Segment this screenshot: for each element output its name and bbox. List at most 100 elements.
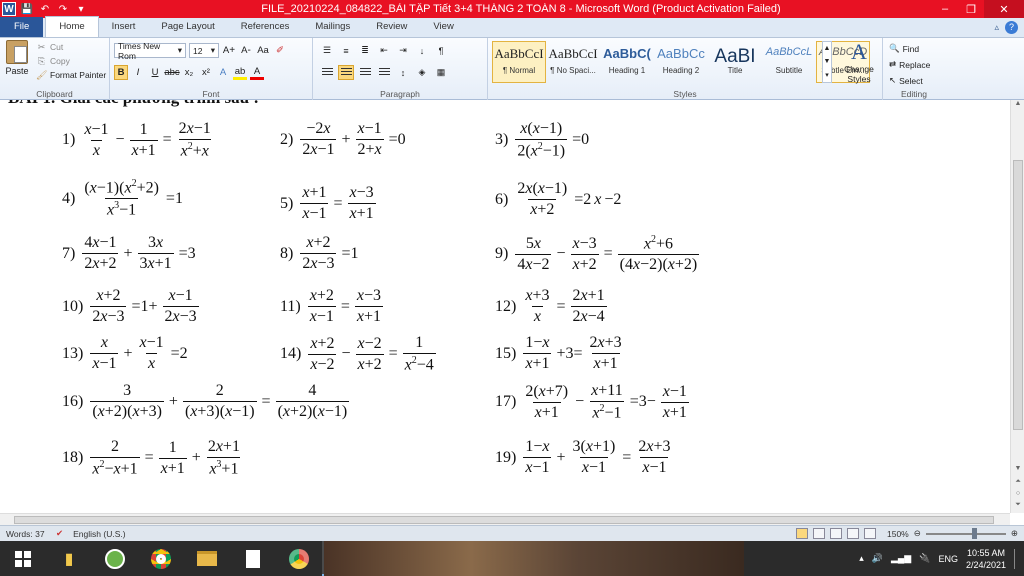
borders-icon[interactable]: ▦ (433, 65, 449, 80)
horizontal-scroll-thumb[interactable] (14, 516, 994, 524)
close-button[interactable]: ✕ (984, 0, 1024, 18)
scroll-down-icon[interactable]: ▼ (1011, 465, 1024, 477)
undo-icon[interactable]: ↶ (38, 2, 52, 16)
document-page[interactable]: BÀI 1. Giải các phương trình sau : 1) x−… (0, 100, 1010, 513)
copy-button[interactable]: ⎘ Copy (36, 54, 106, 68)
tab-mailings[interactable]: Mailings (302, 17, 363, 37)
sort-icon[interactable]: ↓ (414, 43, 430, 58)
font-size-select[interactable]: 12 ▾ (189, 43, 219, 58)
equation-label: 8) (280, 244, 294, 262)
font-color-icon[interactable]: A (250, 65, 264, 80)
grow-font-icon[interactable]: A + (222, 43, 236, 58)
horizontal-scrollbar[interactable] (0, 513, 1010, 525)
select-button[interactable]: ↖ Select (889, 73, 923, 88)
tab-home[interactable]: Home (45, 16, 99, 37)
change-case-icon[interactable]: Aa (256, 43, 270, 58)
align-left-icon[interactable] (319, 65, 335, 80)
shrink-font-icon[interactable]: A- (239, 43, 253, 58)
input-language[interactable]: ENG (938, 554, 958, 564)
word-logo-icon[interactable]: W (2, 2, 16, 16)
cut-button[interactable]: ✂ Cut (36, 40, 106, 54)
file-explorer-pinned-icon[interactable]: ▮ (46, 541, 92, 576)
network-icon[interactable]: ▂▄▆ (891, 553, 911, 564)
equation-label: 11) (280, 297, 301, 315)
format-painter-button[interactable]: 🖌 Format Painter (36, 68, 106, 82)
style-heading-2[interactable]: AaBbCc Heading 2 (654, 41, 708, 83)
superscript-button[interactable]: x² (199, 65, 213, 80)
justify-icon[interactable] (376, 65, 392, 80)
style-normal[interactable]: AaBbCcI ¶ Normal (492, 41, 546, 83)
full-screen-view-icon[interactable] (813, 528, 825, 539)
previous-page-icon[interactable]: ⏶ (1011, 478, 1024, 490)
text-effects-icon[interactable]: A (216, 65, 230, 80)
change-styles-button[interactable]: A Change Styles (838, 40, 880, 85)
strikethrough-button[interactable]: abc (164, 65, 179, 80)
help-icon[interactable]: ? (1005, 20, 1018, 34)
underline-button[interactable]: U (148, 65, 162, 80)
outline-view-icon[interactable] (847, 528, 859, 539)
paste-button[interactable]: Paste (4, 40, 30, 84)
zoom-in-icon[interactable]: ⊕ (1011, 528, 1018, 539)
volume-icon[interactable]: 🔊 (872, 553, 883, 564)
find-button[interactable]: 🔍 Find (889, 41, 919, 56)
line-spacing-icon[interactable]: ↕ (395, 65, 411, 80)
shading-icon[interactable]: ◈ (414, 65, 430, 80)
replace-button[interactable]: ⇄ Replace (889, 57, 930, 72)
redo-icon[interactable]: ↷ (56, 2, 70, 16)
align-center-icon[interactable] (338, 65, 354, 80)
tray-overflow-icon[interactable]: ▴ (859, 553, 864, 564)
restore-button[interactable]: ❐ (958, 0, 984, 18)
subscript-button[interactable]: x₂ (182, 65, 196, 80)
multilevel-list-icon[interactable]: ≣ (357, 43, 373, 58)
align-right-icon[interactable] (357, 65, 373, 80)
tab-view[interactable]: View (420, 17, 466, 37)
scroll-up-icon[interactable]: ▲ (1011, 100, 1024, 112)
tab-page-layout[interactable]: Page Layout (148, 17, 227, 37)
tab-file[interactable]: File (0, 17, 44, 37)
vertical-scrollbar[interactable]: ▲ ▼ ⏶ ○ ⏷ (1010, 100, 1024, 513)
chrome-window-icon[interactable] (276, 541, 322, 576)
next-page-icon[interactable]: ⏷ (1011, 501, 1024, 513)
customize-qat-icon[interactable]: ▾ (74, 2, 88, 16)
zoom-slider[interactable] (925, 527, 1006, 539)
clock[interactable]: 10:55 AM 2/24/2021 (966, 547, 1006, 571)
style-subtitle[interactable]: AaBbCcL Subtitle (762, 41, 816, 83)
highlight-icon[interactable]: ab (233, 65, 247, 80)
clear-formatting-icon[interactable]: ✐ (273, 43, 287, 58)
folder-icon[interactable] (184, 541, 230, 576)
draft-view-icon[interactable] (864, 528, 876, 539)
minimize-button[interactable]: – (932, 0, 958, 18)
zoom-slider-knob[interactable] (971, 527, 977, 539)
document-icon[interactable] (230, 541, 276, 576)
language-indicator[interactable]: English (U.S.) (63, 529, 125, 539)
start-button[interactable] (0, 541, 46, 576)
zoom-level[interactable]: 150% (887, 529, 909, 539)
decrease-indent-icon[interactable]: ⇤ (376, 43, 392, 58)
zoom-out-icon[interactable]: ⊖ (914, 528, 921, 539)
tab-review[interactable]: Review (363, 17, 420, 37)
vertical-scroll-thumb[interactable] (1013, 160, 1023, 430)
style-title[interactable]: AaBI Title (708, 41, 762, 83)
increase-indent-icon[interactable]: ⇥ (395, 43, 411, 58)
tab-insert[interactable]: Insert (99, 17, 149, 37)
styles-gallery-scroll[interactable]: ▲ ▼ ▾ (822, 41, 832, 83)
numbering-icon[interactable]: ≡ (338, 43, 354, 58)
italic-button[interactable]: I (131, 65, 145, 80)
word-count[interactable]: Words: 37 (0, 529, 56, 539)
print-layout-view-icon[interactable] (796, 528, 808, 539)
font-family-select[interactable]: Times New Rom ▾ (114, 41, 186, 61)
power-icon[interactable]: 🔌 (919, 553, 930, 564)
save-icon[interactable]: 💾 (20, 2, 34, 16)
app-green-icon[interactable] (92, 541, 138, 576)
show-marks-icon[interactable]: ¶ (433, 43, 449, 58)
bullets-icon[interactable]: ☰ (319, 43, 335, 58)
minimize-ribbon-icon[interactable]: ▵ (994, 22, 999, 33)
style-heading-1[interactable]: AaBbC( Heading 1 (600, 41, 654, 83)
chrome-icon[interactable] (138, 541, 184, 576)
tab-references[interactable]: References (228, 17, 303, 37)
proofing-icon[interactable]: ✔ (56, 528, 63, 539)
notifications-icon[interactable] (1014, 548, 1018, 569)
style-no-spacing[interactable]: AaBbCcI ¶ No Spaci... (546, 41, 600, 83)
web-layout-view-icon[interactable] (830, 528, 842, 539)
bold-button[interactable]: B (114, 65, 128, 80)
